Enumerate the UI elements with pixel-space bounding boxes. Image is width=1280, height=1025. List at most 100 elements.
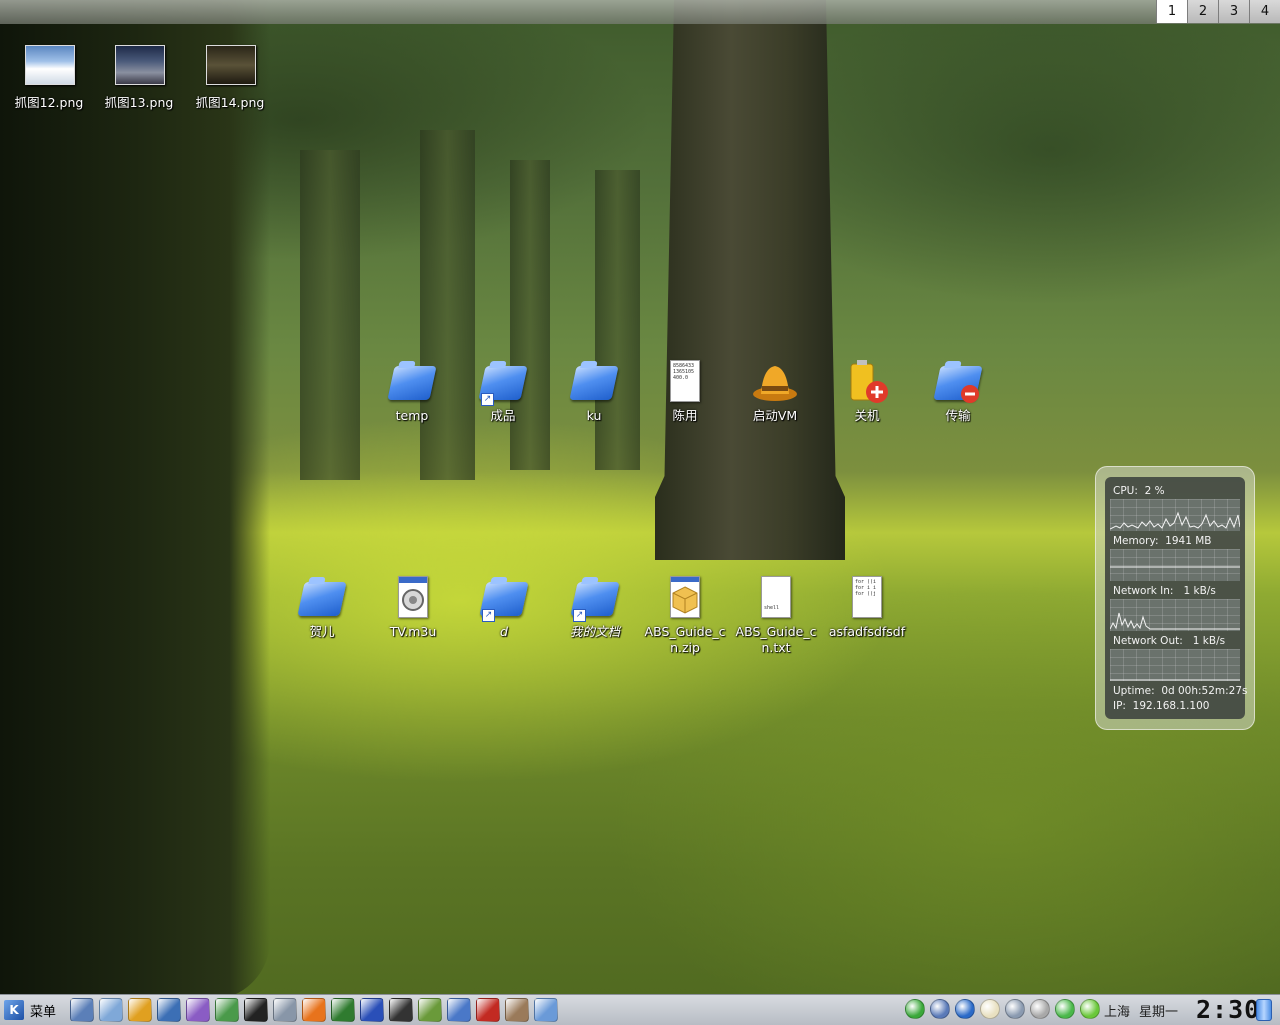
start-menu-button[interactable]: K 菜单: [4, 999, 56, 1021]
text-document-icon: for ((i for i i for ((j: [852, 576, 882, 618]
desktop-icon-label: asfadfsdfsdf: [828, 624, 906, 639]
monitor-app-icon[interactable]: [70, 998, 94, 1022]
memory-readout: Memory: 1941 MB: [1113, 535, 1212, 547]
color-dots-icon[interactable]: [905, 999, 925, 1019]
ip-label: IP:: [1113, 700, 1126, 712]
desktop-icon-transfer[interactable]: 传输: [916, 358, 1000, 424]
edit-tool-icon[interactable]: [447, 998, 471, 1022]
desktop-icon-abs-txt[interactable]: shell ABS_Guide_cn.txt: [734, 574, 818, 656]
memory-label: Memory:: [1113, 535, 1159, 547]
thunderbird-icon[interactable]: [157, 998, 181, 1022]
transfer-plug-icon: [961, 385, 979, 403]
wallpaper-center-trunk: [655, 0, 845, 560]
ip-readout: IP: 192.168.1.100: [1113, 700, 1209, 712]
shortcut-arrow-icon: ↗: [481, 393, 494, 406]
document-preview-text: shell: [764, 605, 780, 611]
desktop-icon-label: d: [500, 624, 508, 639]
wallpaper-left-trunk: [0, 0, 270, 1000]
uptime-label: Uptime:: [1113, 685, 1155, 697]
network-app-icon[interactable]: [534, 998, 558, 1022]
desktop-icon-heer[interactable]: 贺儿: [280, 574, 364, 640]
pager-desktop-3[interactable]: 3: [1218, 0, 1249, 23]
network-status-icon[interactable]: [1005, 999, 1025, 1019]
desktop-icon-chengpin[interactable]: ↗ 成品: [461, 358, 545, 424]
desktop-icon-my-documents[interactable]: ↗ 我的文档: [553, 574, 637, 640]
network-out-value: 1 kB/s: [1192, 635, 1226, 647]
battery-power-icon: [850, 360, 888, 403]
pager-desktop-2[interactable]: 2: [1187, 0, 1218, 23]
desktop-pager: 1 2 3 4: [1156, 0, 1280, 23]
desktop-icon-tv-m3u[interactable]: TV.m3u: [371, 574, 455, 640]
green-circle-icon[interactable]: [1055, 999, 1075, 1019]
wallpaper-tree: [595, 170, 640, 470]
memory-graph: [1110, 549, 1240, 581]
paint-brush-icon[interactable]: [99, 998, 123, 1022]
desktop-icon-label: 贺儿: [309, 624, 335, 639]
archive-file-icon: [670, 576, 700, 618]
klipper-icon[interactable]: [980, 999, 1000, 1019]
cpu-graph: [1110, 499, 1240, 531]
weather-city[interactable]: 上海: [1104, 1001, 1130, 1020]
wallpaper-tree: [420, 130, 475, 480]
desktop-icon-label: TV.m3u: [389, 624, 437, 639]
qq-penguin-icon[interactable]: [244, 998, 268, 1022]
filezilla-icon[interactable]: [476, 998, 500, 1022]
vm-hat-icon[interactable]: [128, 998, 152, 1022]
top-panel: 1 2 3 4: [0, 0, 1280, 24]
weekday-label: 星期一: [1139, 1005, 1179, 1020]
desktop-icon-label: 抓图12.png: [14, 95, 84, 110]
network-in-label: Network In:: [1113, 585, 1174, 597]
printer-icon[interactable]: [273, 998, 297, 1022]
wallpaper-tree: [300, 150, 360, 480]
pager-desktop-4[interactable]: 4: [1249, 0, 1280, 23]
system-monitor-panel: CPU: 2 % Memory: 1941 MB Network In: 1 k…: [1105, 477, 1248, 719]
desktop-icon-label: 我的文档: [569, 624, 620, 639]
desktop-icon-screenshot12[interactable]: 抓图12.png: [7, 40, 91, 111]
desktop-icon-screenshot14[interactable]: 抓图14.png: [188, 40, 272, 111]
shortcut-arrow-icon: ↗: [573, 609, 586, 622]
clock[interactable]: 2:30: [1196, 996, 1260, 1024]
desktop-icon-label: ABS_Guide_cn.zip: [644, 624, 726, 655]
check-icon[interactable]: [1080, 999, 1100, 1019]
desktop-icon-start-vm[interactable]: 启动VM: [733, 358, 817, 424]
playlist-file-icon: [398, 576, 428, 618]
uptime-value: 0d 00h:52m:27s: [1161, 685, 1248, 697]
trash-icon[interactable]: [1256, 999, 1272, 1021]
pager-desktop-1[interactable]: 1: [1156, 0, 1187, 23]
document-preview-text: 8586433 1365105 400.0: [673, 363, 695, 381]
desktop-icon-asdf[interactable]: for ((i for i i for ((j asfadfsdfsdf: [825, 574, 909, 640]
desktop-icon-screenshot13[interactable]: 抓图13.png: [97, 40, 181, 111]
network-out-label: Network Out:: [1113, 635, 1183, 647]
desktop-icon-chenyong[interactable]: 8586433 1365105 400.0 陈用: [643, 358, 727, 424]
image-thumbnail-icon: [115, 45, 165, 85]
shortcut-arrow-icon: ↗: [482, 609, 495, 622]
desktop-icon-abs-zip[interactable]: ABS_Guide_cn.zip: [643, 574, 727, 656]
globe-icon[interactable]: [955, 999, 975, 1019]
speaker-icon: [402, 589, 424, 611]
image-thumbnail-icon: [206, 45, 256, 85]
package-icon[interactable]: [505, 998, 529, 1022]
desktop-icon-label: 启动VM: [752, 408, 798, 423]
terminal-icon[interactable]: [389, 998, 413, 1022]
chart-app-icon[interactable]: [331, 998, 355, 1022]
hi-messenger-icon[interactable]: [360, 998, 384, 1022]
desktop-icon-shutdown[interactable]: 关机: [825, 358, 909, 424]
wizard-icon[interactable]: [186, 998, 210, 1022]
desktop-icon-label: 陈用: [672, 408, 698, 423]
firefox-icon[interactable]: [302, 998, 326, 1022]
desktop-icon-ku[interactable]: ku: [552, 358, 636, 424]
start-menu-label: 菜单: [30, 1004, 57, 1020]
dictionary-icon[interactable]: [418, 998, 442, 1022]
network-computer-icon[interactable]: [215, 998, 239, 1022]
desktop-icon-d[interactable]: ↗ d: [462, 574, 546, 640]
image-thumbnail-icon: [25, 45, 75, 85]
desktop-icon-label: temp: [395, 408, 429, 423]
desktop-icon-temp[interactable]: temp: [370, 358, 454, 424]
system-monitor-widget[interactable]: CPU: 2 % Memory: 1941 MB Network In: 1 k…: [1095, 466, 1255, 730]
network-out-readout: Network Out: 1 kB/s: [1113, 635, 1225, 647]
volume-icon[interactable]: [930, 999, 950, 1019]
pen-icon[interactable]: [1030, 999, 1050, 1019]
network-in-graph: [1110, 599, 1240, 631]
ip-value: 192.168.1.100: [1132, 700, 1210, 712]
network-in-readout: Network In: 1 kB/s: [1113, 585, 1216, 597]
